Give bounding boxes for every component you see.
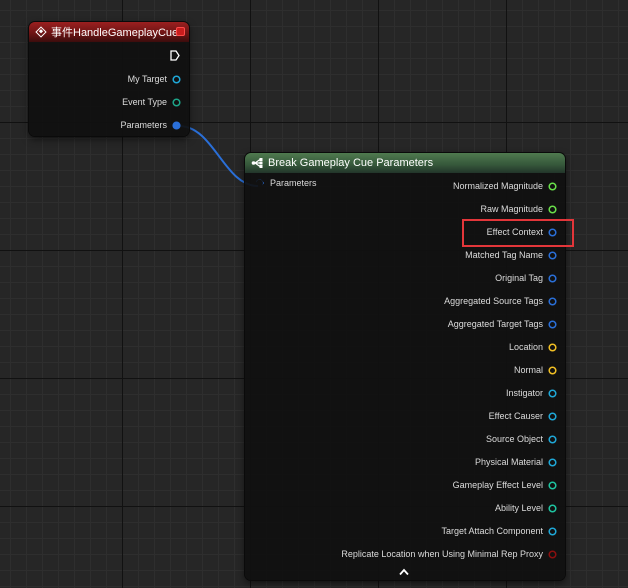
pin-matched-tag-name-icon[interactable] — [548, 250, 557, 260]
pin-row-target-attach-component[interactable]: Target Attach Component — [441, 523, 557, 539]
close-icon[interactable] — [176, 27, 185, 36]
pin-row-gameplay-effect-level[interactable]: Gameplay Effect Level — [453, 477, 557, 493]
pin-row-replicate-location-when-using-minimal-rep-proxy[interactable]: Replicate Location when Using Minimal Re… — [341, 546, 557, 562]
pin-row-aggregated-target-tags[interactable]: Aggregated Target Tags — [448, 316, 557, 332]
pin-gameplay-effect-level-icon[interactable] — [548, 480, 557, 490]
pin-instigator-icon[interactable] — [548, 388, 557, 398]
pin-label: Effect Causer — [488, 411, 543, 421]
pin-ability-level-icon[interactable] — [548, 503, 557, 513]
pin-row-location[interactable]: Location — [509, 339, 557, 355]
pin-row-parameters[interactable]: Parameters — [120, 117, 181, 133]
pin-label: My Target — [127, 74, 167, 84]
input-pin-row-parameters[interactable]: Parameters — [255, 178, 317, 188]
pin-parameters-icon[interactable] — [172, 120, 181, 130]
exec-pin-icon[interactable] — [170, 50, 180, 61]
pin-aggregated-target-tags-icon[interactable] — [548, 319, 557, 329]
break-node-title: Break Gameplay Cue Parameters — [268, 157, 434, 169]
event-node-handle-gameplay-cue[interactable]: 事件HandleGameplayCue My Target Event Type P… — [29, 22, 189, 136]
pin-event-type-icon[interactable] — [172, 97, 181, 107]
pin-label: Instigator — [505, 388, 543, 398]
pin-label: Normalized Magnitude — [452, 181, 543, 191]
pin-raw-magnitude-icon[interactable] — [548, 204, 557, 214]
input-pin-parameters-icon[interactable] — [255, 179, 265, 187]
pin-row-normalized-magnitude[interactable]: Normalized Magnitude — [453, 178, 557, 194]
pin-effect-causer-icon[interactable] — [548, 411, 557, 421]
pin-label: Ability Level — [494, 503, 543, 513]
pin-row-raw-magnitude[interactable]: Raw Magnitude — [480, 201, 557, 217]
break-struct-icon — [251, 158, 263, 168]
event-node-title: 事件HandleGameplayCue — [51, 27, 179, 39]
pin-label: Raw Magnitude — [480, 204, 543, 214]
pin-label: Event Type — [122, 97, 167, 107]
pin-location-icon[interactable] — [548, 342, 557, 352]
input-pin-label: Parameters — [270, 178, 317, 188]
pin-label: Source Object — [485, 434, 543, 444]
pin-row-event-type[interactable]: Event Type — [122, 94, 181, 110]
pin-row-ability-level[interactable]: Ability Level — [495, 500, 557, 516]
pin-normal-icon[interactable] — [548, 365, 557, 375]
pin-label: Gameplay Effect Level — [452, 480, 543, 490]
pin-label: Original Tag — [495, 273, 543, 283]
pin-row-matched-tag-name[interactable]: Matched Tag Name — [465, 247, 557, 263]
pin-target-attach-component-icon[interactable] — [548, 526, 557, 536]
event-icon — [35, 26, 47, 38]
pin-row-source-object[interactable]: Source Object — [486, 431, 557, 447]
pin-label: Matched Tag Name — [465, 250, 543, 260]
pin-label: Parameters — [120, 120, 167, 130]
pin-row-normal[interactable]: Normal — [514, 362, 557, 378]
pin-normalized-magnitude-icon[interactable] — [548, 181, 557, 191]
pin-original-tag-icon[interactable] — [548, 273, 557, 283]
event-node-header[interactable]: 事件HandleGameplayCue — [29, 22, 189, 42]
collapse-arrow-icon[interactable] — [399, 568, 409, 576]
pin-label: Physical Material — [474, 457, 543, 467]
pin-label: Aggregated Source Tags — [444, 296, 543, 306]
pin-physical-material-icon[interactable] — [548, 457, 557, 467]
pin-row-my-target[interactable]: My Target — [128, 71, 181, 87]
break-node-header[interactable]: Break Gameplay Cue Parameters — [245, 153, 565, 173]
pin-label: Replicate Location when Using Minimal Re… — [341, 549, 543, 559]
pin-label: Aggregated Target Tags — [447, 319, 543, 329]
break-gameplay-cue-parameters-node[interactable]: Break Gameplay Cue Parameters Parameters… — [245, 153, 565, 580]
pin-label: Location — [508, 342, 543, 352]
pin-row-effect-causer[interactable]: Effect Causer — [489, 408, 557, 424]
pin-row-physical-material[interactable]: Physical Material — [475, 454, 557, 470]
pin-label: Target Attach Component — [441, 526, 543, 536]
pin-row-aggregated-source-tags[interactable]: Aggregated Source Tags — [444, 293, 557, 309]
pin-source-object-icon[interactable] — [548, 434, 557, 444]
pin-aggregated-source-tags-icon[interactable] — [548, 296, 557, 306]
pin-my-target-icon[interactable] — [172, 74, 181, 84]
pin-row-original-tag[interactable]: Original Tag — [495, 270, 557, 286]
pin-replicate-location-when-using-minimal-rep-proxy-icon[interactable] — [548, 549, 557, 559]
effect-context-highlight — [462, 219, 574, 247]
pin-label: Normal — [513, 365, 543, 375]
pin-row-instigator[interactable]: Instigator — [506, 385, 557, 401]
